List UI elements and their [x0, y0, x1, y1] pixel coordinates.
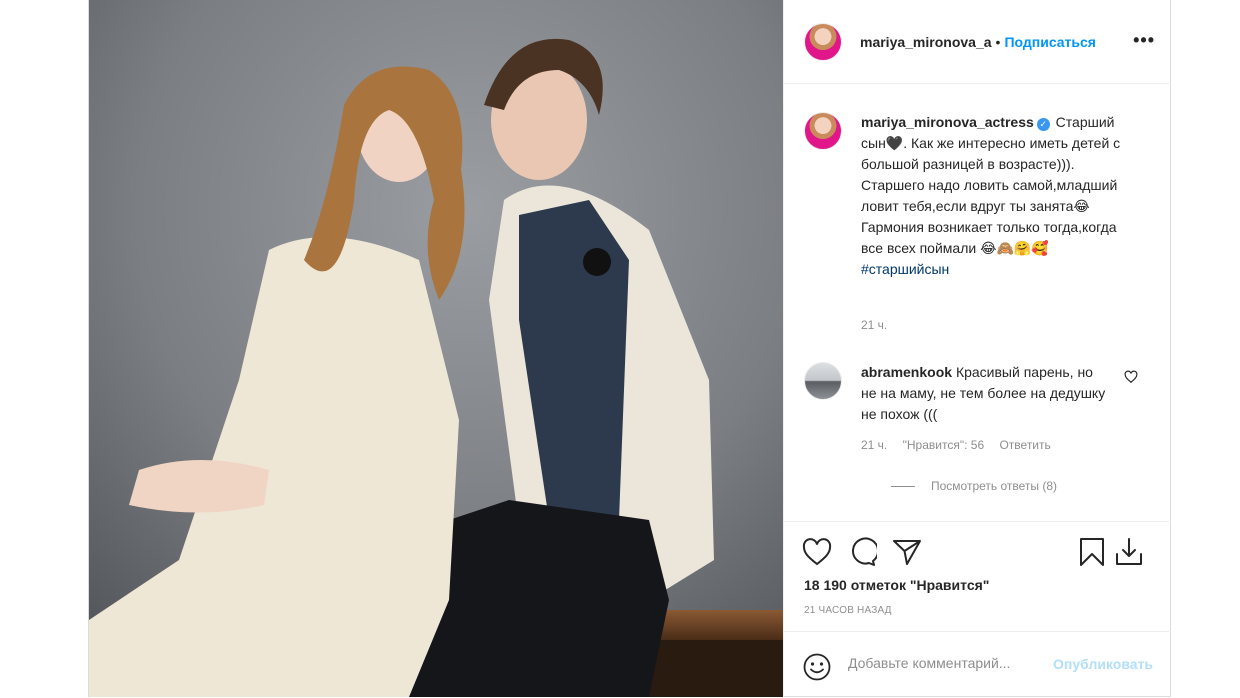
caption-time: 21 ч. — [861, 318, 888, 332]
download-icon[interactable] — [1113, 536, 1145, 568]
comment-meta: 21 ч. "Нравится": 56 Ответить — [861, 438, 1063, 452]
header-separator: • — [995, 33, 1001, 50]
speech-bubble-icon[interactable] — [847, 537, 877, 567]
reply-button[interactable]: Ответить — [999, 438, 1050, 452]
comments-section[interactable]: mariya_mironova_actress ✓ Старший сын🖤. К… — [784, 84, 1171, 521]
view-replies-label: Посмотреть ответы (8) — [931, 479, 1058, 493]
publish-button[interactable]: Опубликовать — [1053, 656, 1153, 672]
likes-count[interactable]: 18 190 отметок "Нравится" — [804, 577, 989, 593]
bookmark-icon[interactable] — [1078, 537, 1106, 567]
instagram-post: mariya_mironova_a • Подписаться ••• mari… — [88, 0, 1171, 697]
comment-body: abramenkook Красивый парень, но не на ма… — [861, 362, 1106, 425]
add-comment-bar: Опубликовать — [784, 631, 1171, 697]
comment-time: 21 ч. — [861, 438, 888, 452]
verified-badge-icon: ✓ — [1036, 118, 1050, 131]
comment-like-heart-icon[interactable] — [1124, 370, 1138, 384]
caption-username[interactable]: mariya_mironova_actress — [861, 114, 1034, 130]
view-replies-button[interactable]: Посмотреть ответы (8) — [891, 479, 1057, 493]
author-avatar[interactable] — [804, 22, 842, 61]
heart-icon[interactable] — [802, 538, 832, 566]
comment-input[interactable] — [848, 655, 1048, 671]
post-photo[interactable] — [89, 0, 783, 697]
commenter-username[interactable]: abramenkook — [861, 364, 952, 380]
commenter-avatar[interactable] — [804, 362, 842, 400]
comment-likes-count[interactable]: "Нравится": 56 — [903, 438, 985, 452]
smiley-icon[interactable] — [803, 653, 831, 681]
posted-time: 21 ЧАСОВ НАЗАД — [804, 605, 892, 616]
caption-body: mariya_mironova_actress ✓ Старший сын🖤. К… — [861, 112, 1141, 280]
post-actions: 18 190 отметок "Нравится" 21 ЧАСОВ НАЗАД — [784, 521, 1171, 631]
follow-button[interactable]: Подписаться — [1004, 34, 1096, 50]
replies-divider-line — [891, 486, 915, 488]
paper-plane-icon[interactable] — [892, 538, 922, 566]
caption-avatar[interactable] — [804, 112, 842, 150]
post-header: mariya_mironova_a • Подписаться ••• — [784, 0, 1171, 84]
caption-hashtag[interactable]: #старшийсын — [861, 261, 949, 277]
photo-illustration — [89, 0, 783, 697]
more-options-icon[interactable]: ••• — [1133, 30, 1155, 51]
post-side-panel: mariya_mironova_a • Подписаться ••• mari… — [783, 0, 1171, 697]
caption-text: Старший сын🖤. Как же интересно иметь дет… — [861, 114, 1121, 256]
author-username[interactable]: mariya_mironova_a — [860, 34, 992, 50]
